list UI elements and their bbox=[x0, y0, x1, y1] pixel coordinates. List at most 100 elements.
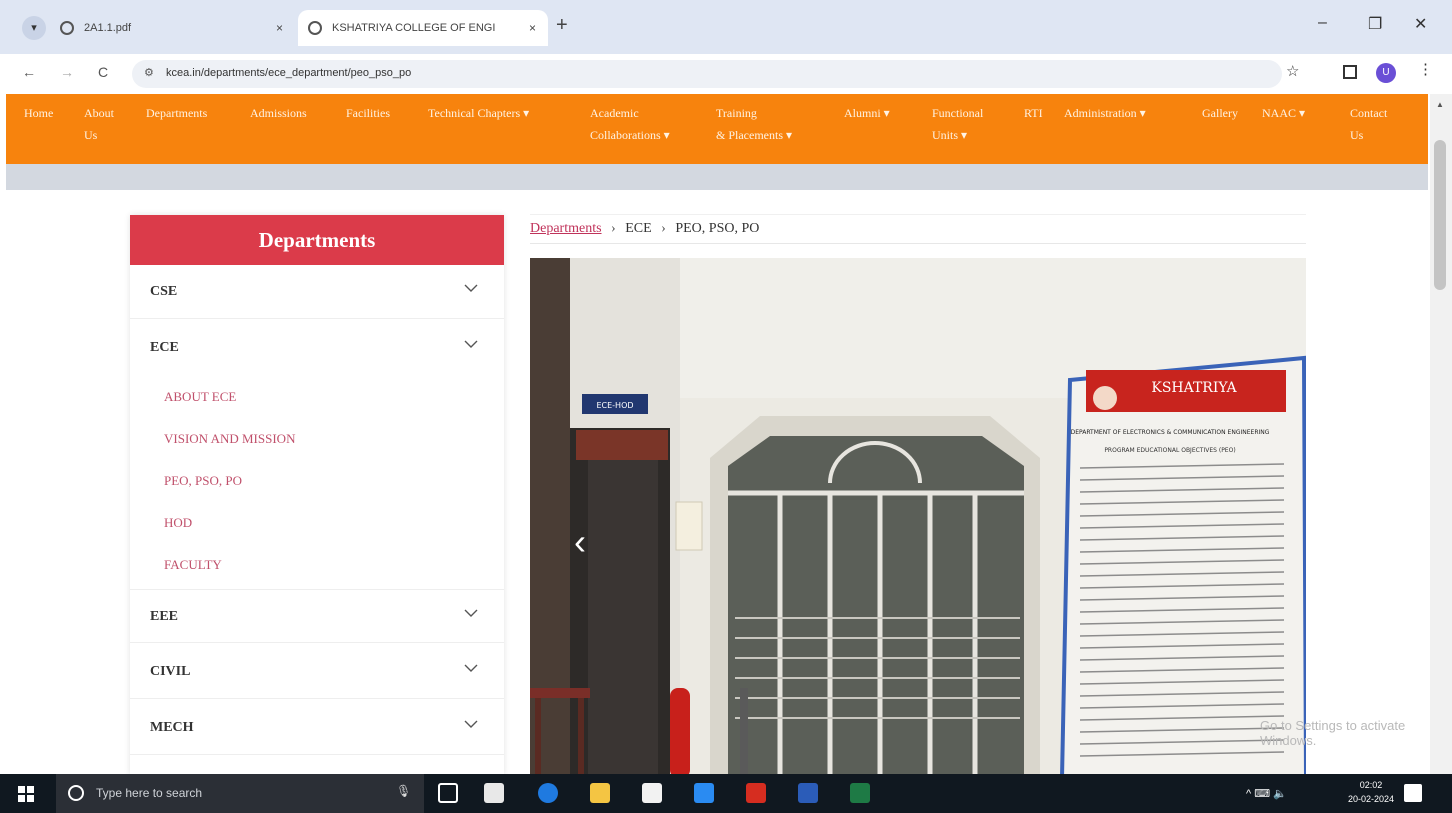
clock-date: 20-02-2024 bbox=[1348, 794, 1395, 804]
store-icon[interactable] bbox=[642, 783, 662, 803]
mail-icon[interactable] bbox=[484, 783, 504, 803]
sidebar-title: Departments bbox=[130, 215, 504, 265]
bookmark-star-icon[interactable]: ☆ bbox=[1286, 62, 1299, 80]
word-icon[interactable] bbox=[798, 783, 818, 803]
submenu-about-ece[interactable]: ABOUT ECE bbox=[164, 389, 236, 405]
globe-icon bbox=[60, 21, 74, 35]
room-sign-text: ECE-HOD bbox=[596, 401, 633, 410]
sidebar-item-cse[interactable]: CSE bbox=[130, 265, 504, 319]
cortana-icon bbox=[68, 785, 84, 801]
sidebar-item-label: EEE bbox=[150, 609, 179, 624]
sidebar-item-civil[interactable]: CIVIL bbox=[130, 645, 504, 699]
tab-search-button[interactable]: ▾ bbox=[22, 16, 46, 40]
submenu-vision-mission[interactable]: VISION AND MISSION bbox=[164, 431, 295, 447]
breadcrumb-separator: › bbox=[611, 221, 616, 236]
address-toolbar: ← → C ⚙ kcea.in/departments/ece_departme… bbox=[0, 54, 1452, 94]
system-tray-icons[interactable]: ^ ⌨ 🔈 bbox=[1246, 787, 1287, 800]
carousel-slide-image: ECE-HOD KSHATRIYA DEPARTMENT OF ELECTRON… bbox=[530, 258, 1306, 778]
nav-technical-chapters[interactable]: Technical Chapters ▾ bbox=[428, 102, 529, 124]
reload-button[interactable]: C bbox=[98, 64, 108, 80]
activate-windows-watermark: Go to Settings to activate Windows. bbox=[1260, 718, 1406, 748]
breadcrumb-current-page: PEO, PSO, PO bbox=[675, 221, 760, 236]
sidebar-item-label: ECE bbox=[150, 340, 179, 355]
minimize-button[interactable]: – bbox=[1318, 14, 1327, 32]
notifications-icon[interactable] bbox=[1404, 784, 1422, 802]
acrobat-icon[interactable] bbox=[746, 783, 766, 803]
back-button[interactable]: ← bbox=[22, 64, 36, 80]
nav-contact-us[interactable]: Contact Us bbox=[1350, 102, 1387, 146]
search-placeholder: Type here to search bbox=[96, 786, 203, 800]
nav-functional-units[interactable]: Functional Units ▾ bbox=[932, 102, 983, 146]
chevron-down-icon bbox=[464, 720, 478, 728]
site-info-icon[interactable]: ⚙ bbox=[144, 66, 154, 79]
sidebar-item-ece[interactable]: ECE bbox=[130, 321, 504, 375]
site-navbar: Home About Us Departments Admissions Fac… bbox=[6, 94, 1428, 164]
chevron-down-icon bbox=[464, 664, 478, 672]
excel-icon[interactable] bbox=[850, 783, 870, 803]
maximize-button[interactable]: ❐ bbox=[1368, 14, 1382, 34]
notice-title: DEPARTMENT OF ELECTRONICS & COMMUNICATIO… bbox=[1071, 429, 1270, 436]
clock-time: 02:02 bbox=[1359, 780, 1383, 790]
departments-sidebar: Departments CSE ECE ABOUT ECE VISION AND… bbox=[130, 215, 504, 775]
notice-board-heading: KSHATRIYA bbox=[1151, 380, 1237, 396]
profile-avatar[interactable]: U bbox=[1376, 63, 1396, 83]
nav-departments[interactable]: Departments bbox=[146, 102, 207, 124]
breadcrumb-item-ece: ECE bbox=[625, 221, 652, 236]
nav-training-placements[interactable]: Training & Placements ▾ bbox=[716, 102, 792, 146]
notice-subtitle: PROGRAM EDUCATIONAL OBJECTIVES (PEO) bbox=[1104, 447, 1235, 454]
sidebar-item-label: CSE bbox=[150, 284, 178, 299]
forward-button[interactable]: → bbox=[60, 64, 74, 80]
nav-facilities[interactable]: Facilities bbox=[346, 102, 390, 124]
hod-office-photo: ECE-HOD KSHATRIYA DEPARTMENT OF ELECTRON… bbox=[530, 258, 1306, 778]
submenu-hod[interactable]: HOD bbox=[164, 515, 192, 531]
address-bar[interactable]: ⚙ kcea.in/departments/ece_department/peo… bbox=[132, 60, 1282, 88]
nav-rti[interactable]: RTI bbox=[1024, 102, 1043, 124]
nav-home[interactable]: Home bbox=[24, 102, 53, 124]
file-explorer-icon[interactable] bbox=[590, 783, 610, 803]
edge-icon[interactable] bbox=[538, 783, 558, 803]
url-text[interactable]: kcea.in/departments/ece_department/peo_p… bbox=[166, 67, 411, 79]
nav-admissions[interactable]: Admissions bbox=[250, 102, 307, 124]
nav-alumni[interactable]: Alumni ▾ bbox=[844, 102, 890, 124]
tab-college[interactable]: KSHATRIYA COLLEGE OF ENGI × bbox=[298, 10, 548, 46]
new-tab-button[interactable]: + bbox=[556, 14, 568, 37]
nav-gallery[interactable]: Gallery bbox=[1202, 102, 1238, 124]
sidebar-item-mech[interactable]: MECH bbox=[130, 701, 504, 755]
tab-close-button[interactable]: × bbox=[529, 10, 536, 46]
header-divider-strip bbox=[6, 164, 1428, 190]
chevron-down-icon bbox=[464, 609, 478, 617]
nav-administration[interactable]: Administration ▾ bbox=[1064, 102, 1146, 124]
sidebar-item-eee[interactable]: EEE bbox=[130, 589, 504, 643]
chevron-down-icon bbox=[464, 284, 478, 292]
carousel-prev-button[interactable]: ‹ bbox=[574, 522, 586, 562]
breadcrumb-link-departments[interactable]: Departments bbox=[530, 221, 602, 236]
close-window-button[interactable]: ✕ bbox=[1414, 14, 1427, 34]
windows-taskbar: Type here to search 🎙 ^ ⌨ 🔈 02:02 20-02-… bbox=[0, 774, 1452, 813]
breadcrumb: Departments › ECE › PEO, PSO, PO bbox=[530, 214, 1306, 244]
tab-title: 2A1.1.pdf bbox=[84, 22, 132, 34]
tab-title: KSHATRIYA COLLEGE OF ENGI bbox=[332, 22, 496, 34]
side-panel-icon[interactable] bbox=[1343, 65, 1357, 79]
sidebar-item-label: MECH bbox=[150, 720, 194, 735]
chrome-icon[interactable] bbox=[694, 783, 714, 803]
nav-naac[interactable]: NAAC ▾ bbox=[1262, 102, 1305, 124]
tab-pdf[interactable]: 2A1.1.pdf × bbox=[50, 10, 295, 46]
browser-tab-strip: ▾ 2A1.1.pdf × KSHATRIYA COLLEGE OF ENGI … bbox=[0, 0, 1452, 54]
breadcrumb-separator: › bbox=[661, 221, 666, 236]
tab-close-button[interactable]: × bbox=[276, 10, 283, 46]
task-view-icon[interactable] bbox=[438, 783, 458, 803]
submenu-peo-pso-po[interactable]: PEO, PSO, PO bbox=[164, 473, 242, 489]
sidebar-item-label: CIVIL bbox=[150, 664, 191, 679]
browser-menu-icon[interactable]: ⋮ bbox=[1418, 60, 1433, 78]
taskbar-clock[interactable]: 02:02 20-02-2024 bbox=[1348, 778, 1394, 806]
scrollbar-thumb[interactable] bbox=[1434, 140, 1446, 290]
nav-academic-collaborations[interactable]: Academic Collaborations ▾ bbox=[590, 102, 670, 146]
scroll-up-arrow-icon[interactable]: ▲ bbox=[1436, 100, 1444, 109]
chevron-down-icon bbox=[464, 340, 478, 348]
taskbar-search-box[interactable]: Type here to search 🎙 bbox=[56, 774, 424, 813]
windows-start-icon[interactable] bbox=[18, 786, 34, 802]
globe-icon bbox=[308, 21, 322, 35]
submenu-faculty[interactable]: FACULTY bbox=[164, 557, 222, 573]
microphone-icon[interactable]: 🎙 bbox=[396, 784, 411, 798]
nav-about-us[interactable]: About Us bbox=[84, 102, 114, 146]
